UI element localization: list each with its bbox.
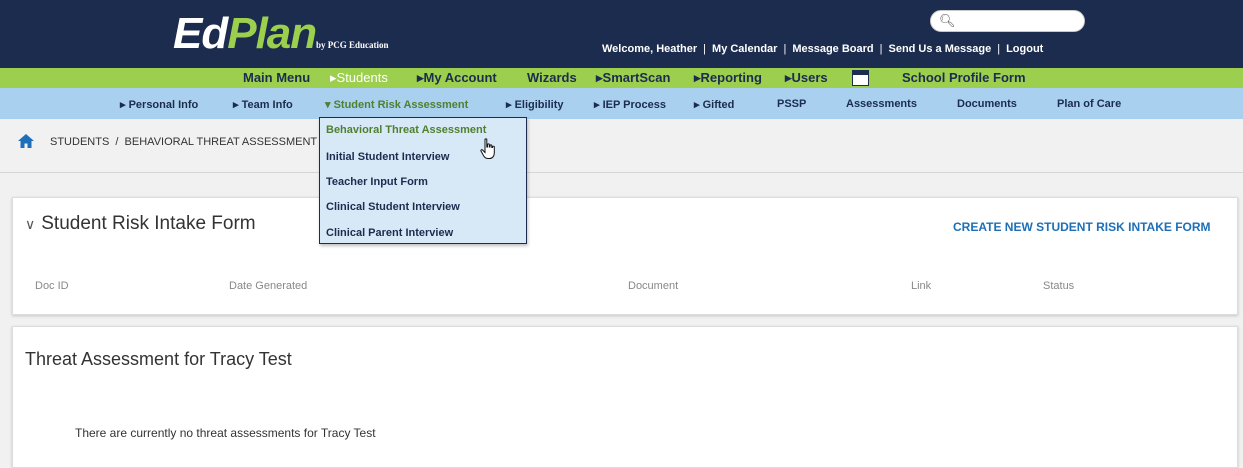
menu-item-behavioral-threat-assessment[interactable]: Behavioral Threat Assessment xyxy=(326,124,486,136)
threat-card-title: Threat Assessment for Tracy Test xyxy=(25,349,292,369)
edplan-logo[interactable]: EdPlan xyxy=(173,9,317,59)
logo-subtitle: by PCG Education xyxy=(316,40,389,50)
column-status[interactable]: Status xyxy=(1043,280,1074,292)
logo-accent: Plan xyxy=(227,9,317,58)
breadcrumb-text: STUDENTS / BEHAVIORAL THREAT ASSESSMENT xyxy=(50,136,318,148)
logout-link[interactable]: Logout xyxy=(1006,43,1043,55)
subnav-iep-process[interactable]: ▸ IEP Process xyxy=(594,98,666,111)
nav-smartscan[interactable]: ▸SmartScan xyxy=(596,70,670,86)
menu-item-clinical-student-interview[interactable]: Clinical Student Interview xyxy=(326,201,460,213)
subnav-pssp[interactable]: PSSP xyxy=(777,98,806,110)
link-separator: | xyxy=(703,43,707,55)
subnav-gifted[interactable]: ▸ Gifted xyxy=(694,98,734,111)
subnav-plan-of-care[interactable]: Plan of Care xyxy=(1057,98,1121,110)
subnav-eligibility[interactable]: ▸ Eligibility xyxy=(506,98,563,111)
create-intake-form-link[interactable]: CREATE NEW STUDENT RISK INTAKE FORM xyxy=(953,220,1211,234)
menu-item-initial-student-interview[interactable]: Initial Student Interview xyxy=(326,151,449,163)
calendar-icon[interactable] xyxy=(852,70,869,86)
subnav-student-risk-assessment[interactable]: ▾ Student Risk Assessment xyxy=(325,98,468,111)
subnav-assessments[interactable]: Assessments xyxy=(846,98,917,110)
column-link[interactable]: Link xyxy=(911,280,931,292)
nav-reporting[interactable]: ▸Reporting xyxy=(694,70,762,86)
logo-main: Ed xyxy=(173,9,228,58)
welcome-text: Welcome, Heather xyxy=(602,43,698,55)
subnav-documents[interactable]: Documents xyxy=(957,98,1017,110)
send-message-link[interactable]: Send Us a Message xyxy=(888,43,991,55)
nav-wizards[interactable]: Wizards xyxy=(527,70,577,85)
home-icon[interactable] xyxy=(18,134,34,148)
link-separator: | xyxy=(997,43,1001,55)
subnav-personal-info[interactable]: ▸ Personal Info xyxy=(120,98,198,111)
intake-card-title: Student Risk Intake Form xyxy=(41,213,256,234)
intake-card-header[interactable]: ∨ Student Risk Intake Form xyxy=(25,213,256,235)
threat-assessment-card: Threat Assessment for Tracy Test There a… xyxy=(12,326,1238,468)
column-date-generated[interactable]: Date Generated xyxy=(229,280,307,292)
student-risk-dropdown: Behavioral Threat Assessment Initial Stu… xyxy=(319,117,527,244)
menu-item-teacher-input-form[interactable]: Teacher Input Form xyxy=(326,176,428,188)
intake-form-card: ∨ Student Risk Intake Form CREATE NEW STU… xyxy=(12,197,1238,315)
hand-cursor-icon xyxy=(480,138,495,159)
message-board-link[interactable]: Message Board xyxy=(792,43,873,55)
column-doc-id[interactable]: Doc ID xyxy=(35,280,69,292)
collapse-chevron-icon[interactable]: ∨ xyxy=(25,216,35,233)
nav-users[interactable]: ▸Users xyxy=(785,70,828,86)
subnav-team-info[interactable]: ▸ Team Info xyxy=(233,98,293,111)
search-input[interactable]: 🔍︎ xyxy=(930,10,1085,32)
my-calendar-link[interactable]: My Calendar xyxy=(712,43,777,55)
search-icon: 🔍︎ xyxy=(939,13,956,28)
top-links: Welcome, Heather | My Calendar | Message Boa… xyxy=(602,43,1043,55)
nav-students[interactable]: ▸Students xyxy=(330,70,388,86)
link-separator: | xyxy=(783,43,787,55)
empty-state-message: There are currently no threat assessment… xyxy=(75,426,376,440)
nav-main-menu[interactable]: Main Menu xyxy=(243,70,310,85)
menu-item-clinical-parent-interview[interactable]: Clinical Parent Interview xyxy=(326,227,453,239)
link-separator: | xyxy=(879,43,883,55)
section-divider xyxy=(0,172,1243,173)
nav-my-account[interactable]: ▸My Account xyxy=(417,70,497,86)
app-header: EdPlan by PCG Education 🔍︎ Welcome, Heat… xyxy=(0,0,1243,68)
column-document[interactable]: Document xyxy=(628,280,678,292)
nav-school-profile-form[interactable]: School Profile Form xyxy=(902,70,1026,85)
